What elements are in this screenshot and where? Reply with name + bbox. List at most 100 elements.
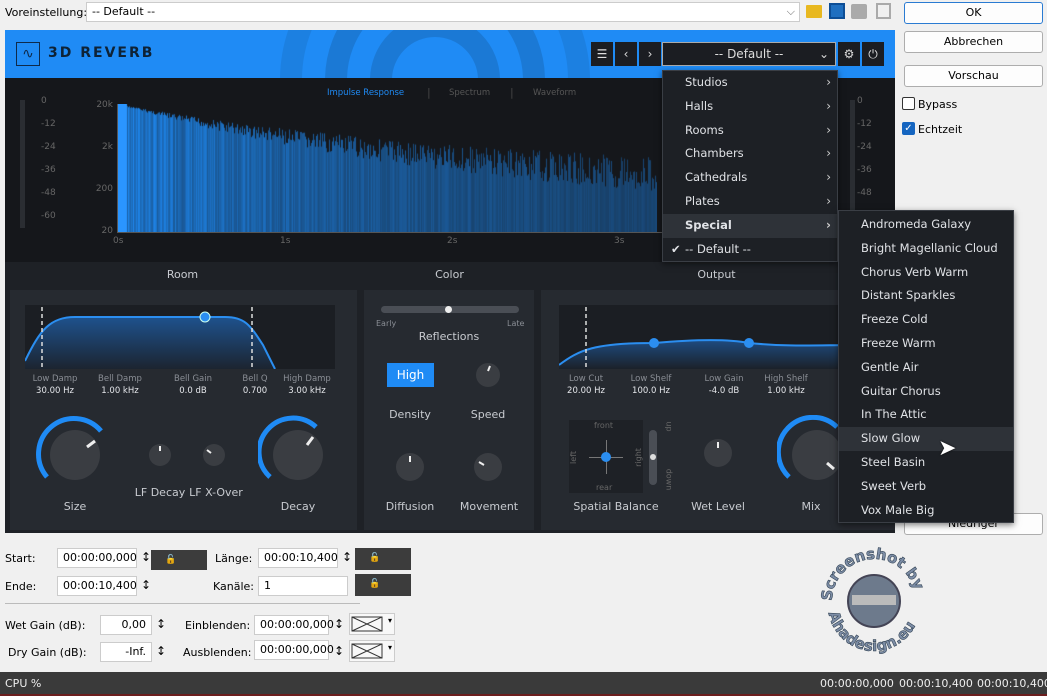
time-tick: 3s [614,236,625,246]
realtime-checkbox[interactable]: ✓ [902,122,915,135]
rear-label: rear [596,483,613,492]
spatial-balance-pad[interactable]: front rear left right [569,420,643,493]
special-preset-item[interactable]: Gentle Air [839,356,1013,380]
menu-item-label: Halls [685,98,714,113]
reflections-slider[interactable] [381,306,519,313]
preview-button[interactable]: Vorschau [904,65,1043,87]
plugin-preset-select[interactable]: -- Default -- ⌄ [662,42,836,66]
special-preset-item[interactable]: Slow Glow [839,427,1013,451]
length-spinner[interactable]: ↕ [342,548,352,566]
channels-field[interactable]: 1 [258,576,348,596]
eq-param-value[interactable]: 0.0 dB [158,386,228,396]
fade-out-curve-select[interactable]: ▾ [349,640,395,662]
tab-waveform[interactable]: Waveform [533,88,576,98]
divider [5,603,360,604]
gear-icon[interactable]: ⚙ [838,42,860,66]
preset-menu-item[interactable]: Cathedrals › [663,166,837,190]
length-lock-button[interactable]: 🔓 [355,548,411,570]
status-end-time: 00:00:10,400 [899,677,973,690]
special-preset-item[interactable]: Sweet Verb [839,475,1013,499]
eq-param-value[interactable]: 1.00 kHz [85,386,155,396]
cpu-label: CPU % [5,677,42,690]
menu-item-label: Chorus Verb Warm [861,264,969,279]
special-preset-item[interactable]: Distant Sparkles [839,284,1013,308]
wet-gain-spinner[interactable]: ↕ [156,615,166,633]
room-eq-graph[interactable] [25,305,335,369]
speed-knob[interactable] [475,362,501,388]
menu-item-label: Special [685,217,732,232]
end-spinner[interactable]: ↕ [141,576,151,594]
special-preset-item[interactable]: Bright Magellanic Cloud [839,237,1013,261]
ok-button[interactable]: OK [904,2,1043,24]
fade-out-spinner[interactable]: ↕ [334,642,344,660]
special-preset-item[interactable]: Andromeda Galaxy [839,213,1013,237]
eq-param-value[interactable]: 3.00 kHz [272,386,342,396]
special-preset-item[interactable]: Guitar Chorus [839,380,1013,404]
menu-item-label: Cathedrals [685,170,748,185]
eq-param-value[interactable]: -4.0 dB [689,386,759,396]
channels-lock-button[interactable]: 🔓 [355,574,411,596]
eq-param-value[interactable]: 100.0 Hz [616,386,686,396]
special-preset-item[interactable]: Steel Basin [839,451,1013,475]
tab-spectrum[interactable]: Spectrum [449,88,490,98]
save-icon[interactable] [829,3,845,19]
wet-level-knob[interactable] [703,438,733,468]
menu-item-label: In The Attic [861,407,927,422]
preset-menu-item[interactable]: Plates › [663,190,837,214]
decay-knob[interactable] [258,415,338,495]
cancel-button[interactable]: Abbrechen [904,31,1043,53]
density-button[interactable]: High [387,363,434,387]
special-preset-item[interactable]: Vox Male Big [839,499,1013,523]
movement-knob[interactable] [473,452,503,482]
eq-param-value[interactable]: 30.00 Hz [20,386,90,396]
special-preset-item[interactable]: Freeze Warm [839,332,1013,356]
menu-item-label: Rooms [685,122,724,137]
eq-param-value[interactable]: 20.00 Hz [551,386,621,396]
delete-preset-icon[interactable] [876,3,891,19]
fade-out-field[interactable]: 00:00:00,000 [254,640,334,660]
dry-gain-spinner[interactable]: ↕ [156,642,166,660]
copy-preset-icon[interactable] [851,4,867,19]
time-tick: 2s [447,236,458,246]
preset-menu-item[interactable]: Studios › [663,71,837,95]
start-spinner[interactable]: ↕ [141,548,151,566]
preset-select[interactable]: -- Default -- ⌵ [86,2,800,22]
spatial-handle[interactable] [601,452,611,462]
fade-in-field[interactable]: 00:00:00,000 [254,615,334,635]
menu-icon[interactable]: ☰ [591,42,613,66]
start-lock-button[interactable]: 🔓 [151,550,207,570]
special-preset-item[interactable]: Freeze Cold [839,308,1013,332]
dry-gain-field[interactable]: -Inf. [100,642,152,662]
wet-level-label: Wet Level [691,500,745,513]
end-field[interactable]: 00:00:10,400 [57,576,137,596]
size-knob[interactable] [35,415,115,495]
fade-in-curve-select[interactable]: ▾ [349,613,395,635]
length-field[interactable]: 00:00:10,400 [258,548,338,568]
preset-menu-item[interactable]: Special › [663,213,837,238]
prev-preset-button[interactable]: ‹ [615,42,637,66]
fade-in-spinner[interactable]: ↕ [334,615,344,633]
menu-item-label: -- Default -- [685,241,751,256]
preset-menu-item[interactable]: Halls › [663,95,837,119]
next-preset-button[interactable]: › [639,42,661,66]
tab-impulse-response[interactable]: Impulse Response [327,88,404,98]
wet-gain-field[interactable]: 0,00 [100,615,152,635]
special-preset-item[interactable]: Chorus Verb Warm [839,261,1013,285]
meter-tick: -48 [41,188,56,198]
bypass-checkbox[interactable] [902,97,915,110]
preset-menu-item[interactable]: ✔ -- Default -- [663,238,837,262]
start-field[interactable]: 00:00:00,000 [57,548,137,568]
open-folder-icon[interactable] [806,5,822,18]
up-label: up [664,421,674,432]
output-eq-graph[interactable] [559,305,859,369]
meter-tick-right: -48 [857,188,872,198]
power-icon[interactable]: ⏻ [862,42,884,66]
lf-decay-knob[interactable] [147,442,173,468]
preset-menu-item[interactable]: Chambers › [663,142,837,166]
preset-menu-item[interactable]: Rooms › [663,119,837,143]
special-preset-item[interactable]: In The Attic [839,403,1013,427]
freq-tick: 200 [95,184,113,194]
lf-xover-knob[interactable] [201,442,227,468]
diffusion-knob[interactable] [395,452,425,482]
up-down-slider[interactable] [649,430,657,485]
